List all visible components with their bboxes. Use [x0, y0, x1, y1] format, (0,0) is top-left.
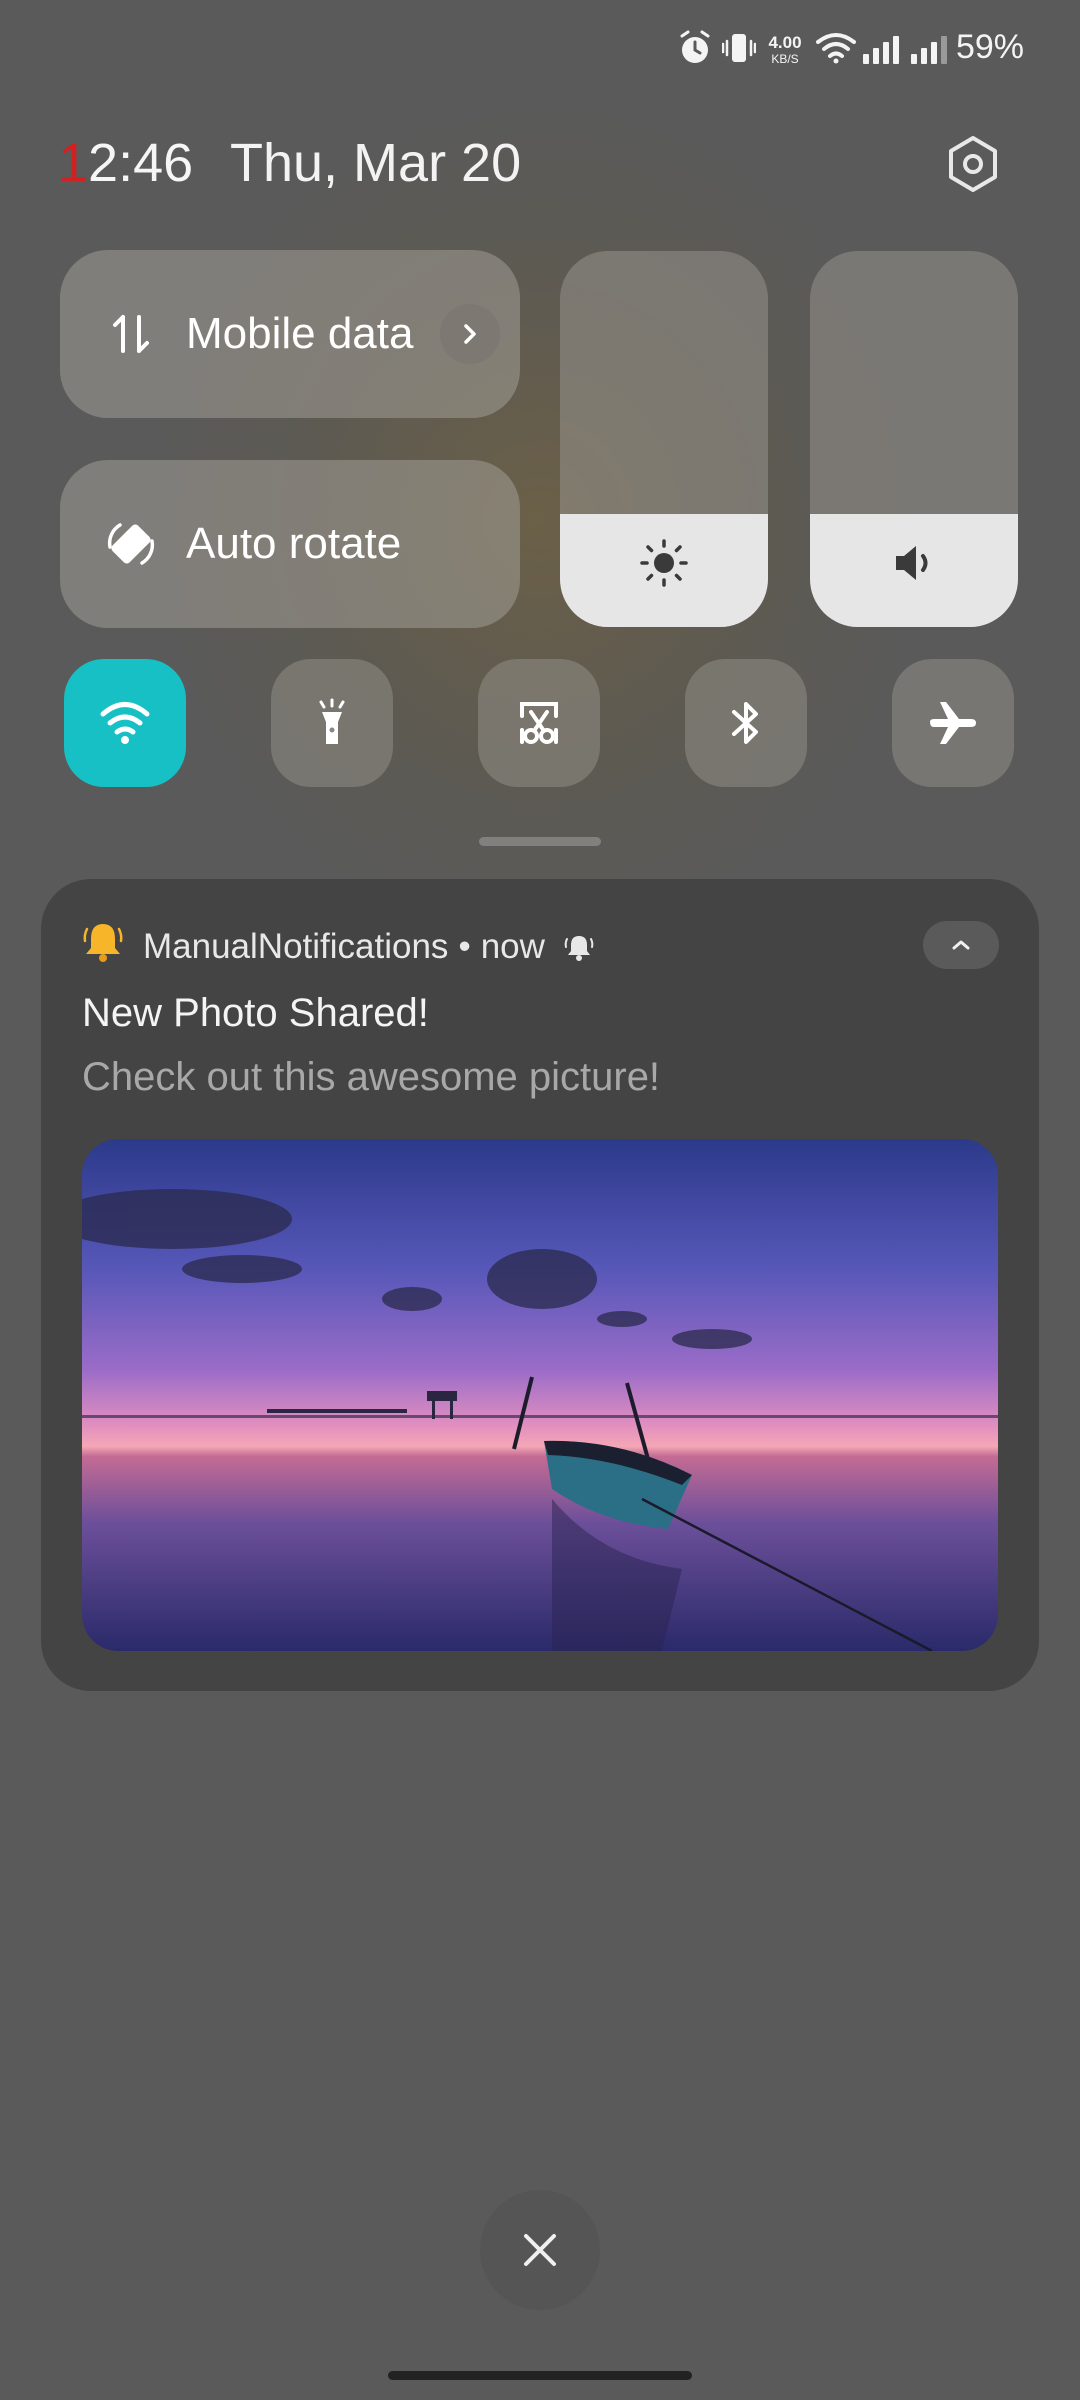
screenshot-icon: [520, 702, 558, 744]
notification-collapse-button[interactable]: [923, 921, 999, 969]
sunset-boat-photo: [82, 1139, 998, 1651]
chevron-up-icon: [952, 940, 970, 950]
panel-drag-handle[interactable]: [479, 837, 601, 846]
date[interactable]: Thu, Mar 20: [230, 132, 521, 194]
notification-card[interactable]: ManualNotifications • now New Photo Shar…: [41, 879, 1039, 1691]
screenshot-toggle[interactable]: [478, 659, 600, 787]
cell-signal-icon: [863, 36, 899, 64]
notification-time: now: [480, 927, 545, 966]
wifi-signal-icon: [816, 33, 856, 64]
chevron-right-icon: [464, 324, 476, 344]
volume-slider[interactable]: [810, 251, 1018, 627]
flashlight-toggle[interactable]: [271, 659, 393, 787]
dismiss-all-button[interactable]: [480, 2190, 600, 2310]
mobile-data-label: Mobile data: [186, 309, 414, 358]
mobile-data-tile[interactable]: Mobile data: [60, 250, 520, 418]
wifi-icon: [100, 702, 150, 744]
brightness-slider[interactable]: [560, 251, 768, 627]
bluetooth-icon: [732, 702, 758, 744]
auto-rotate-label: Auto rotate: [186, 519, 402, 568]
notification-separator: •: [458, 927, 471, 966]
airplane-toggle[interactable]: [892, 659, 1014, 787]
bluetooth-toggle[interactable]: [685, 659, 807, 787]
clock-first-digit: 1: [58, 133, 89, 193]
sun-icon: [560, 539, 768, 587]
status-bar: 4.00 KB/S 59%: [0, 0, 1080, 100]
mobile-data-expand-button[interactable]: [440, 304, 500, 364]
clock-rest: 2:46: [88, 133, 194, 193]
alarm-icon: [680, 30, 710, 63]
notification-app-name: ManualNotifications: [143, 927, 449, 966]
cell-signal-icon: [911, 36, 947, 64]
notification-body: Check out this awesome picture!: [82, 1055, 661, 1099]
airplane-icon: [930, 702, 976, 744]
bell-icon: [83, 924, 123, 962]
network-speed-unit: KB/S: [771, 52, 799, 66]
settings-button[interactable]: [943, 134, 1003, 194]
close-icon: [524, 2234, 556, 2266]
wifi-toggle[interactable]: [64, 659, 186, 787]
notification-header: ManualNotifications • now: [143, 927, 595, 967]
vibrate-icon: [722, 34, 756, 62]
battery-percentage: 59%: [955, 28, 1024, 66]
auto-rotate-tile[interactable]: Auto rotate: [60, 460, 520, 628]
home-indicator[interactable]: [388, 2371, 692, 2380]
notification-image[interactable]: [82, 1139, 998, 1651]
clock[interactable]: 12:46: [58, 132, 193, 194]
gear-icon: [949, 136, 997, 192]
network-speed: 4.00 KB/S: [763, 34, 807, 65]
alert-bell-icon: [563, 931, 595, 963]
speaker-icon: [810, 539, 1018, 587]
network-speed-value: 4.00: [768, 33, 802, 52]
notification-title: New Photo Shared!: [82, 991, 429, 1035]
data-arrows-icon: [96, 299, 166, 369]
flashlight-icon: [319, 698, 345, 744]
rotate-icon: [96, 509, 166, 579]
